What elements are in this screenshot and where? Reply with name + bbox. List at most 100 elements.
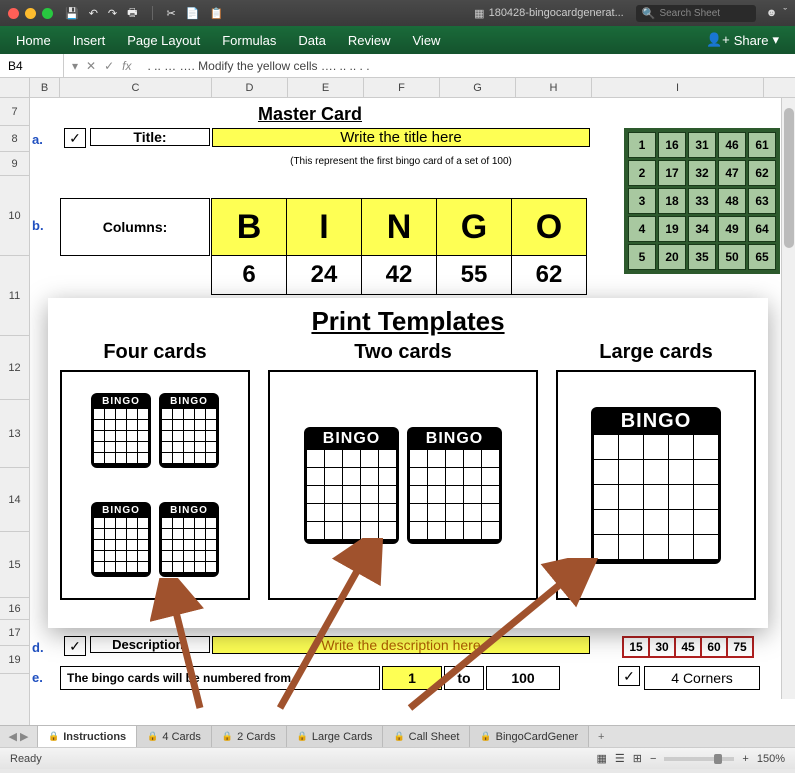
row-13[interactable]: 13 — [0, 400, 29, 468]
spreadsheet-grid[interactable]: 7 8 9 10 11 12 13 14 15 16 17 19 Master … — [0, 98, 795, 725]
row-9[interactable]: 9 — [0, 152, 29, 176]
view-layout-icon[interactable]: ☰ — [615, 752, 625, 765]
redo-icon[interactable]: ↷ — [108, 7, 117, 20]
col-c[interactable]: C — [60, 78, 212, 97]
label-b: b. — [32, 218, 44, 233]
fx-icon[interactable]: fx — [122, 59, 131, 73]
tab-largecards[interactable]: 🔒Large Cards — [287, 726, 384, 747]
row-10[interactable]: 10 — [0, 176, 29, 256]
tab-data[interactable]: Data — [298, 33, 325, 48]
row-17[interactable]: 17 — [0, 620, 29, 646]
separator — [152, 6, 153, 20]
confirm-icon[interactable]: ✓ — [104, 59, 114, 73]
tab-home[interactable]: Home — [16, 33, 51, 48]
call-cell: 47 — [718, 160, 746, 186]
row-19[interactable]: 19 — [0, 646, 29, 674]
tab-pagelayout[interactable]: Page Layout — [127, 33, 200, 48]
chevron-down-icon[interactable]: ˇ — [783, 7, 787, 19]
checkbox-desc[interactable]: ✓ — [64, 636, 86, 656]
paste-icon[interactable]: 📋 — [209, 7, 223, 20]
tab-callsheet[interactable]: 🔒Call Sheet — [383, 726, 470, 747]
tab-generator[interactable]: 🔒BingoCardGener — [470, 726, 589, 747]
tab-review[interactable]: Review — [348, 33, 391, 48]
zoom-out-button[interactable]: − — [650, 753, 656, 765]
scroll-thumb[interactable] — [784, 108, 794, 248]
col-d[interactable]: D — [212, 78, 288, 97]
pn-4: 75 — [726, 636, 754, 658]
tab-formulas[interactable]: Formulas — [222, 33, 276, 48]
num-3[interactable]: 55 — [436, 255, 512, 295]
copy-icon[interactable]: 📄 — [186, 7, 200, 20]
tab-label: Instructions — [63, 731, 126, 743]
col-i[interactable]: I — [592, 78, 764, 97]
checkbox-title[interactable]: ✓ — [64, 128, 86, 148]
tab-4cards[interactable]: 🔒4 Cards — [137, 726, 212, 747]
cells-area[interactable]: Master Card a. ✓ Title: Write the title … — [30, 98, 795, 725]
letter-n[interactable]: N — [361, 198, 437, 256]
zoom-in-button[interactable]: + — [742, 753, 748, 765]
row-15[interactable]: 15 — [0, 532, 29, 598]
letter-i[interactable]: I — [286, 198, 362, 256]
search-input[interactable]: 🔍 Search Sheet — [636, 5, 756, 22]
zoom-level[interactable]: 150% — [757, 753, 785, 765]
add-sheet-button[interactable]: + — [589, 726, 613, 747]
call-cell: 4 — [628, 216, 656, 242]
feedback-icon[interactable]: ☻ — [766, 7, 778, 19]
tab-instructions[interactable]: 🔒Instructions — [38, 726, 137, 747]
print-icon[interactable]: 🖶 — [127, 4, 137, 23]
checkbox-corners[interactable]: ✓ — [618, 666, 640, 686]
share-icon: 👤+ — [706, 32, 730, 48]
formula-input[interactable]: . .. … …. Modify the yellow cells …. .. … — [140, 59, 795, 73]
select-all-corner[interactable] — [0, 78, 30, 97]
num-0[interactable]: 6 — [211, 255, 287, 295]
num-4[interactable]: 62 — [511, 255, 587, 295]
col-e[interactable]: E — [288, 78, 364, 97]
call-cell: 62 — [748, 160, 776, 186]
letter-b[interactable]: B — [211, 198, 287, 256]
zoom-thumb[interactable] — [714, 754, 722, 764]
title-input[interactable]: Write the title here — [212, 128, 590, 147]
letter-g[interactable]: G — [436, 198, 512, 256]
cancel-icon[interactable]: ✕ — [86, 59, 96, 73]
large-cards-label: Large cards — [556, 341, 756, 364]
maximize-icon[interactable] — [42, 8, 53, 19]
view-break-icon[interactable]: ⊞ — [633, 752, 642, 765]
corners-label: 4 Corners — [644, 666, 760, 690]
save-icon[interactable]: 💾 — [65, 7, 79, 20]
dropdown-icon[interactable]: ▾ — [72, 59, 78, 73]
row-8[interactable]: 8 — [0, 126, 29, 152]
share-button[interactable]: 👤+Share ▾ — [706, 32, 779, 48]
call-cell: 65 — [748, 244, 776, 270]
letter-o[interactable]: O — [511, 198, 587, 256]
numbering-text: The bingo cards will be numbered from — [60, 666, 380, 690]
master-card-heading: Master Card — [40, 104, 580, 125]
undo-icon[interactable]: ↶ — [89, 7, 98, 20]
cut-icon[interactable]: ✂ — [167, 7, 176, 20]
close-icon[interactable] — [8, 8, 19, 19]
col-f[interactable]: F — [364, 78, 440, 97]
col-g[interactable]: G — [440, 78, 516, 97]
tab-nav[interactable]: ◀ ▶ — [0, 726, 38, 747]
row-14[interactable]: 14 — [0, 468, 29, 532]
view-normal-icon[interactable]: ▦ — [596, 752, 606, 765]
num-1[interactable]: 24 — [286, 255, 362, 295]
cell-reference[interactable]: B4 — [0, 54, 64, 77]
tab-2cards[interactable]: 🔒2 Cards — [212, 726, 287, 747]
call-cell: 33 — [688, 188, 716, 214]
tab-label: Large Cards — [312, 731, 373, 743]
col-b[interactable]: B — [30, 78, 60, 97]
row-7[interactable]: 7 — [0, 98, 29, 126]
zoom-slider[interactable] — [664, 757, 734, 761]
num-2[interactable]: 42 — [361, 255, 437, 295]
row-11[interactable]: 11 — [0, 256, 29, 336]
label-a: a. — [32, 132, 43, 147]
from-input[interactable]: 1 — [382, 666, 442, 690]
tab-view[interactable]: View — [413, 33, 441, 48]
row-16[interactable]: 16 — [0, 598, 29, 620]
tab-insert[interactable]: Insert — [73, 33, 106, 48]
vertical-scrollbar[interactable] — [781, 98, 795, 699]
col-h[interactable]: H — [516, 78, 592, 97]
minimize-icon[interactable] — [25, 8, 36, 19]
description-input[interactable]: Write the description here — [212, 636, 590, 654]
row-12[interactable]: 12 — [0, 336, 29, 400]
